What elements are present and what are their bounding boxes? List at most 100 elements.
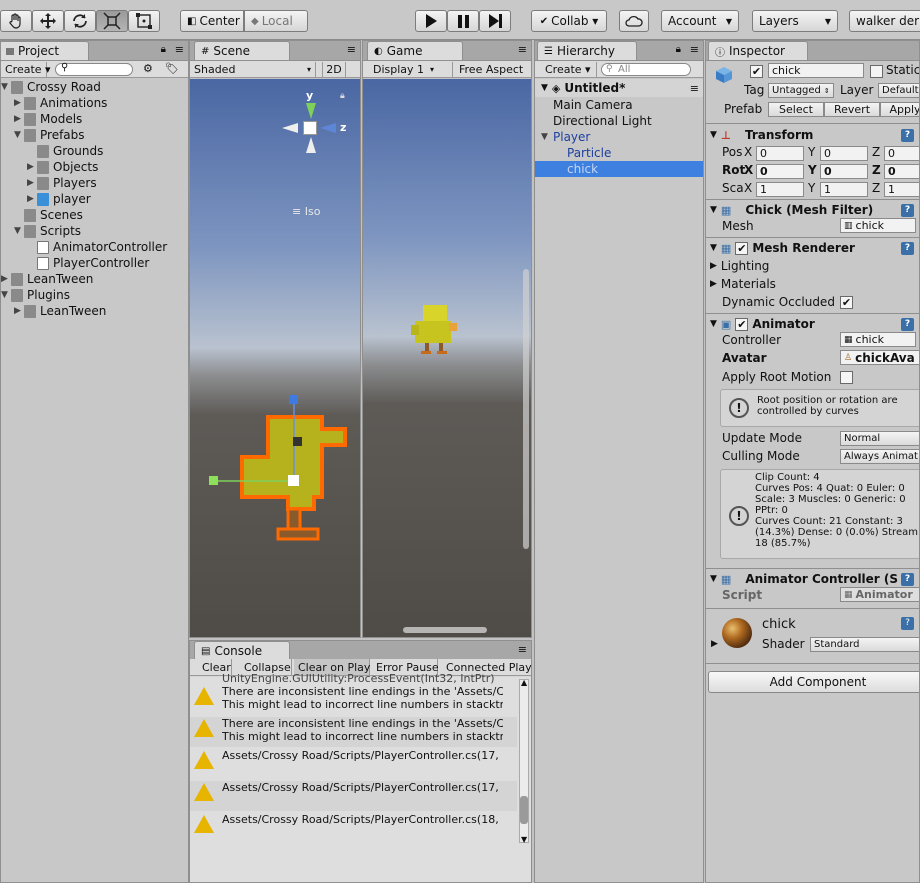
shading-mode-dropdown[interactable]: Shaded ▾ (190, 62, 316, 77)
project-tree-item[interactable]: ▶ LeanTween (1, 303, 106, 319)
foldout-arrow-icon[interactable]: ▼ (710, 205, 717, 215)
tab-scene[interactable]: # Scene (194, 41, 290, 60)
collapsed-arrow-icon[interactable]: ▶ (27, 194, 37, 204)
hierarchy-scene-row[interactable]: ▼ ◈ Untitled* ≡ (535, 79, 703, 97)
pause-button[interactable] (447, 10, 479, 32)
foldout-arrow-icon[interactable]: ▼ (710, 243, 717, 253)
static-checkbox[interactable] (870, 65, 883, 78)
project-tree-item[interactable]: ▼ Prefabs (1, 127, 85, 143)
animator-controller-script-header[interactable]: ▼ ▦ Animator Controller (S ? (706, 570, 919, 588)
axis-x-label[interactable]: X (744, 181, 752, 195)
scroll-thumb[interactable] (520, 796, 528, 824)
transform-rot-y-field[interactable]: 0 (820, 164, 868, 179)
expanded-arrow-icon[interactable]: ▼ (541, 132, 551, 142)
animator-header[interactable]: ▼ ▣ ✔ Animator ? (706, 315, 919, 333)
apply-root-motion-checkbox[interactable] (840, 370, 853, 384)
help-book-icon[interactable]: ? (901, 128, 914, 142)
panel-menu-icon[interactable]: ≡ (518, 43, 527, 56)
axis-x-label[interactable]: X (744, 163, 753, 177)
add-component-button[interactable]: Add Component (708, 671, 919, 693)
filter-by-type-icon[interactable]: ⚙ (143, 62, 153, 75)
tab-inspector[interactable]: ⓘ Inspector (708, 41, 808, 60)
prefab-select-button[interactable]: Select (768, 102, 824, 117)
move-tool-button[interactable] (32, 10, 64, 32)
axis-z-label[interactable]: Z (872, 163, 881, 177)
expanded-arrow-icon[interactable]: ▼ (1, 290, 11, 300)
axis-y-label[interactable]: Y (808, 163, 817, 177)
mesh-renderer-enabled-checkbox[interactable]: ✔ (735, 241, 749, 255)
account-dropdown[interactable]: Account ▼ (661, 10, 739, 32)
mesh-object-field[interactable]: ▥ chick (840, 218, 916, 233)
materials-foldout[interactable]: ▶ Materials (706, 275, 919, 293)
panel-menu-icon[interactable]: ≡ (690, 43, 699, 56)
collab-dropdown[interactable]: ✔ Collab ▾ (531, 10, 607, 32)
game-vertical-scrollbar[interactable] (523, 269, 529, 549)
aspect-dropdown[interactable]: Free Aspect (455, 62, 531, 77)
scene-orientation-gizmo[interactable]: y z 🔒︎ (282, 89, 352, 169)
project-tree-item[interactable]: ▶ Players (1, 175, 97, 191)
panel-menu-icon[interactable]: ≡ (347, 43, 356, 56)
console-scrollbar[interactable]: ▲ ▼ (519, 678, 529, 844)
console-log-entry[interactable]: There are inconsistent line endings in t… (190, 717, 517, 747)
hierarchy-item[interactable]: chick (535, 161, 703, 177)
hierarchy-search-input[interactable]: ⚲ All (601, 63, 691, 76)
play-button[interactable] (415, 10, 447, 32)
animator-enabled-checkbox[interactable]: ✔ (735, 317, 749, 331)
pivot-local-button[interactable]: ◆ Local (244, 10, 308, 32)
project-create-dropdown[interactable]: Create ▾ (1, 62, 51, 77)
help-book-icon[interactable]: ? (901, 241, 914, 255)
collapsed-arrow-icon[interactable]: ▶ (14, 306, 24, 316)
expanded-arrow-icon[interactable]: ▼ (1, 82, 11, 92)
game-viewport[interactable] (363, 79, 531, 637)
scene-viewport[interactable]: y z 🔒︎ ≡ Iso (190, 79, 360, 637)
project-tree-item[interactable]: PlayerController (1, 255, 149, 271)
mesh-renderer-header[interactable]: ▼ ▦ ✔ Mesh Renderer ? (706, 239, 919, 257)
hierarchy-item[interactable]: Main Camera (535, 97, 703, 113)
collapsed-arrow-icon[interactable]: ▶ (14, 98, 24, 108)
foldout-arrow-icon[interactable]: ▼ (710, 319, 717, 329)
layer-dropdown[interactable]: Default (878, 83, 919, 98)
scale-tool-button[interactable] (96, 10, 128, 32)
axis-x-label[interactable]: X (744, 145, 752, 159)
object-active-checkbox[interactable]: ✔ (750, 65, 763, 78)
project-tree-item[interactable]: ▼ Scripts (1, 223, 81, 239)
foldout-arrow-icon[interactable]: ▶ (711, 639, 718, 649)
projection-label[interactable]: ≡ Iso (292, 205, 320, 218)
transform-rot-z-field[interactable]: 0 (884, 164, 919, 179)
collapsed-arrow-icon[interactable]: ▶ (27, 178, 37, 188)
culling-mode-dropdown[interactable]: Always Animat (840, 449, 919, 464)
panel-menu-icon[interactable]: ≡ (175, 43, 184, 56)
hierarchy-item[interactable]: Particle (535, 145, 703, 161)
mesh-filter-header[interactable]: ▼ ▦ Chick (Mesh Filter) ? (706, 201, 919, 219)
tag-dropdown[interactable]: Untagged ⇕ (768, 83, 834, 98)
project-tree-item[interactable]: ▶ player (1, 191, 91, 207)
console-log-entry[interactable]: Assets/Crossy Road/Scripts/PlayerControl… (190, 813, 517, 843)
foldout-arrow-icon[interactable]: ▼ (710, 130, 717, 140)
pivot-center-button[interactable]: ◧ Center (180, 10, 244, 32)
object-name-field[interactable]: chick (768, 63, 864, 78)
help-book-icon[interactable]: ? (901, 572, 914, 586)
project-tree-item[interactable]: ▶ Objects (1, 159, 98, 175)
transform-pos-y-field[interactable]: 0 (820, 146, 868, 161)
project-tree-item[interactable]: Grounds (1, 143, 103, 159)
avatar-object-field[interactable]: ♙ chickAva (840, 350, 919, 365)
gizmo-lock-icon[interactable]: 🔒︎ (340, 91, 345, 101)
layers-dropdown[interactable]: Layers ▼ (752, 10, 838, 32)
2d-toggle-button[interactable]: 2D (322, 62, 346, 77)
lock-icon[interactable]: 🔒︎ (676, 44, 681, 55)
update-mode-dropdown[interactable]: Normal (840, 431, 919, 446)
help-book-icon[interactable]: ? (901, 617, 914, 630)
collapsed-arrow-icon[interactable]: ▶ (1, 274, 11, 284)
expand-arrow-icon[interactable]: ▼ (541, 83, 548, 93)
axis-y-label[interactable]: Y (808, 145, 815, 159)
axis-z-label[interactable]: Z (872, 181, 880, 195)
project-tree-item[interactable]: ▶ Models (1, 111, 82, 127)
step-button[interactable] (479, 10, 511, 32)
axis-z-label[interactable]: Z (872, 145, 880, 159)
console-log-entry[interactable]: There are inconsistent line endings in t… (190, 685, 517, 715)
transform-pos-z-field[interactable]: 0 (884, 146, 919, 161)
scene-menu-icon[interactable]: ≡ (690, 82, 699, 95)
prefab-revert-button[interactable]: Revert (824, 102, 880, 117)
rotate-tool-button[interactable] (64, 10, 96, 32)
help-book-icon[interactable]: ? (901, 203, 914, 217)
